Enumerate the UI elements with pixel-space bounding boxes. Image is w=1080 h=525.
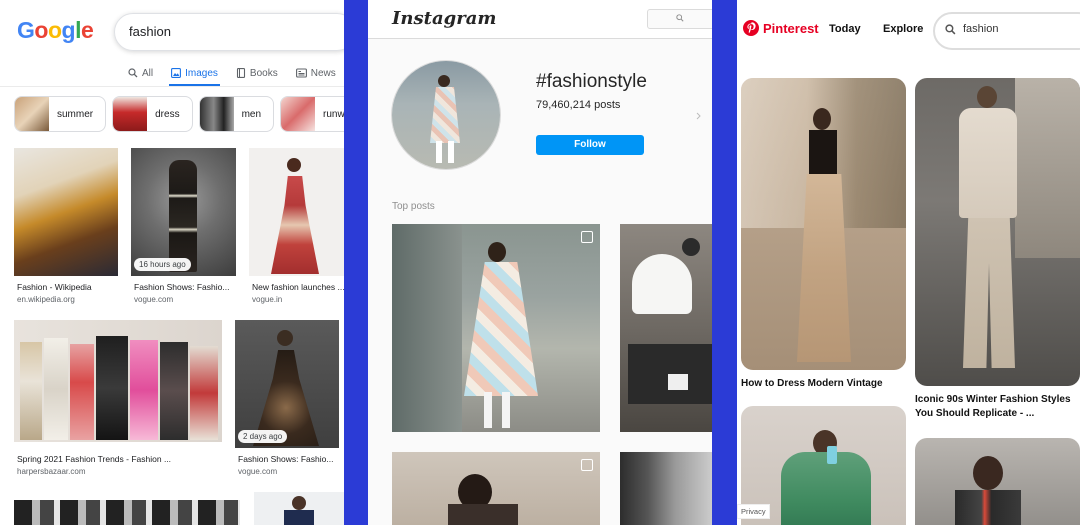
chip-men[interactable]: men <box>198 96 275 132</box>
result-caption: Fashion Shows: Fashio... <box>134 282 230 292</box>
result-source: harpersbazaar.com <box>17 467 86 476</box>
post-thumbnail[interactable] <box>620 224 712 432</box>
instagram-search-input[interactable] <box>647 9 712 29</box>
result-image <box>14 320 222 442</box>
result-image <box>131 148 236 276</box>
nav-today[interactable]: Today <box>829 23 861 35</box>
logo-letter: o <box>34 17 48 43</box>
result-source: en.wikipedia.org <box>17 295 75 304</box>
book-icon <box>236 68 245 78</box>
follow-button[interactable]: Follow <box>536 135 644 155</box>
search-icon <box>945 24 956 35</box>
instagram-panel: Instagram #fashionstyle 79,460,214 posts… <box>368 0 712 525</box>
pin-image[interactable] <box>915 438 1080 525</box>
chip-label: men <box>241 108 262 120</box>
result-image <box>235 320 339 448</box>
tab-all[interactable]: All <box>128 63 153 83</box>
tab-images[interactable]: Images <box>169 63 220 86</box>
tab-books[interactable]: Books <box>236 63 278 83</box>
image-result[interactable]: New fashion launches ... vogue.in <box>249 148 344 308</box>
image-result[interactable]: Spring 2021 Fashion Trends - Fashion ...… <box>14 320 222 480</box>
image-icon <box>171 68 182 78</box>
result-source: vogue.in <box>252 295 283 304</box>
tab-label: Books <box>249 67 278 79</box>
image-result[interactable]: Fashion - Wikipedia en.wikipedia.org <box>14 148 118 308</box>
chip-thumbnail <box>15 97 49 131</box>
result-source: vogue.com <box>238 467 278 476</box>
image-result[interactable]: 16 hours ago Fashion Shows: Fashio... vo… <box>131 148 236 308</box>
google-logo[interactable]: Google <box>17 17 94 44</box>
result-image <box>254 492 344 525</box>
tab-label: All <box>142 67 154 79</box>
chip-label: runwa <box>323 108 344 120</box>
pinterest-icon <box>743 20 759 36</box>
chip-thumbnail <box>199 97 234 131</box>
google-images-panel: Google fashion All Images Books News sum… <box>0 0 344 525</box>
pinterest-search-input[interactable]: fashion <box>933 12 1080 50</box>
result-caption: Fashion Shows: Fashio... <box>238 454 334 464</box>
result-image <box>14 148 118 276</box>
pin-image[interactable] <box>915 78 1080 386</box>
chevron-right-icon <box>696 112 701 120</box>
result-image <box>14 500 240 525</box>
logo-letter: o <box>47 17 62 43</box>
multiple-posts-icon <box>581 231 593 243</box>
pin-image[interactable] <box>741 78 906 370</box>
google-tabs: All Images Books News <box>128 63 336 86</box>
image-result[interactable] <box>254 492 344 525</box>
image-result[interactable]: 2 days ago Fashion Shows: Fashio... vogu… <box>235 320 339 480</box>
chip-runway[interactable]: runwa <box>280 96 344 132</box>
hashtag-avatar <box>391 60 501 170</box>
chip-dress[interactable]: dress <box>112 96 193 132</box>
chip-summer[interactable]: summer <box>14 96 107 132</box>
chip-thumbnail <box>113 97 148 131</box>
instagram-logo[interactable]: Instagram <box>392 8 496 29</box>
related-search-chips: summer dress men runwa <box>14 96 344 132</box>
tab-label: News <box>310 67 336 79</box>
multiple-posts-icon <box>581 459 593 471</box>
hashtag-title: #fashionstyle <box>536 71 647 92</box>
privacy-link[interactable]: Privacy <box>737 504 770 519</box>
result-image <box>249 148 344 276</box>
post-thumbnail[interactable] <box>392 452 600 525</box>
google-search-input[interactable]: fashion <box>114 13 344 51</box>
chip-thumbnail <box>281 97 316 131</box>
search-icon <box>676 14 684 22</box>
tab-news[interactable]: News <box>295 63 336 83</box>
pinterest-panel: Pinterest Today Explore fashion How to D… <box>737 0 1080 525</box>
posts-count: 79,460,214 posts <box>536 99 621 111</box>
result-caption: Spring 2021 Fashion Trends - Fashion ... <box>17 454 172 464</box>
divider <box>0 86 344 87</box>
pin-caption: Iconic 90s Winter Fashion Styles You Sho… <box>915 394 1071 419</box>
pinterest-logo[interactable]: Pinterest <box>743 20 819 36</box>
timestamp-badge: 16 hours ago <box>134 258 191 271</box>
nav-explore[interactable]: Explore <box>883 23 923 35</box>
search-icon <box>128 68 138 78</box>
tab-label: Images <box>185 67 218 79</box>
logo-letter: G <box>17 17 35 43</box>
instagram-header: Instagram <box>368 0 712 39</box>
chip-label: dress <box>155 108 180 120</box>
result-caption: Fashion - Wikipedia <box>17 282 92 292</box>
pin-caption: How to Dress Modern Vintage <box>741 378 883 389</box>
result-caption: New fashion launches ... <box>252 282 344 292</box>
result-source: vogue.com <box>134 295 174 304</box>
post-thumbnail[interactable] <box>620 452 712 525</box>
chip-label: summer <box>57 108 94 120</box>
logo-letter: g <box>61 17 76 43</box>
logo-letter: e <box>80 17 94 43</box>
news-icon <box>295 68 307 78</box>
pinterest-wordmark: Pinterest <box>763 20 819 36</box>
timestamp-badge: 2 days ago <box>238 430 288 443</box>
image-result[interactable] <box>14 500 240 525</box>
search-query: fashion <box>129 24 171 39</box>
search-query: fashion <box>963 23 999 35</box>
post-thumbnail[interactable] <box>392 224 600 432</box>
top-posts-label: Top posts <box>392 201 435 212</box>
